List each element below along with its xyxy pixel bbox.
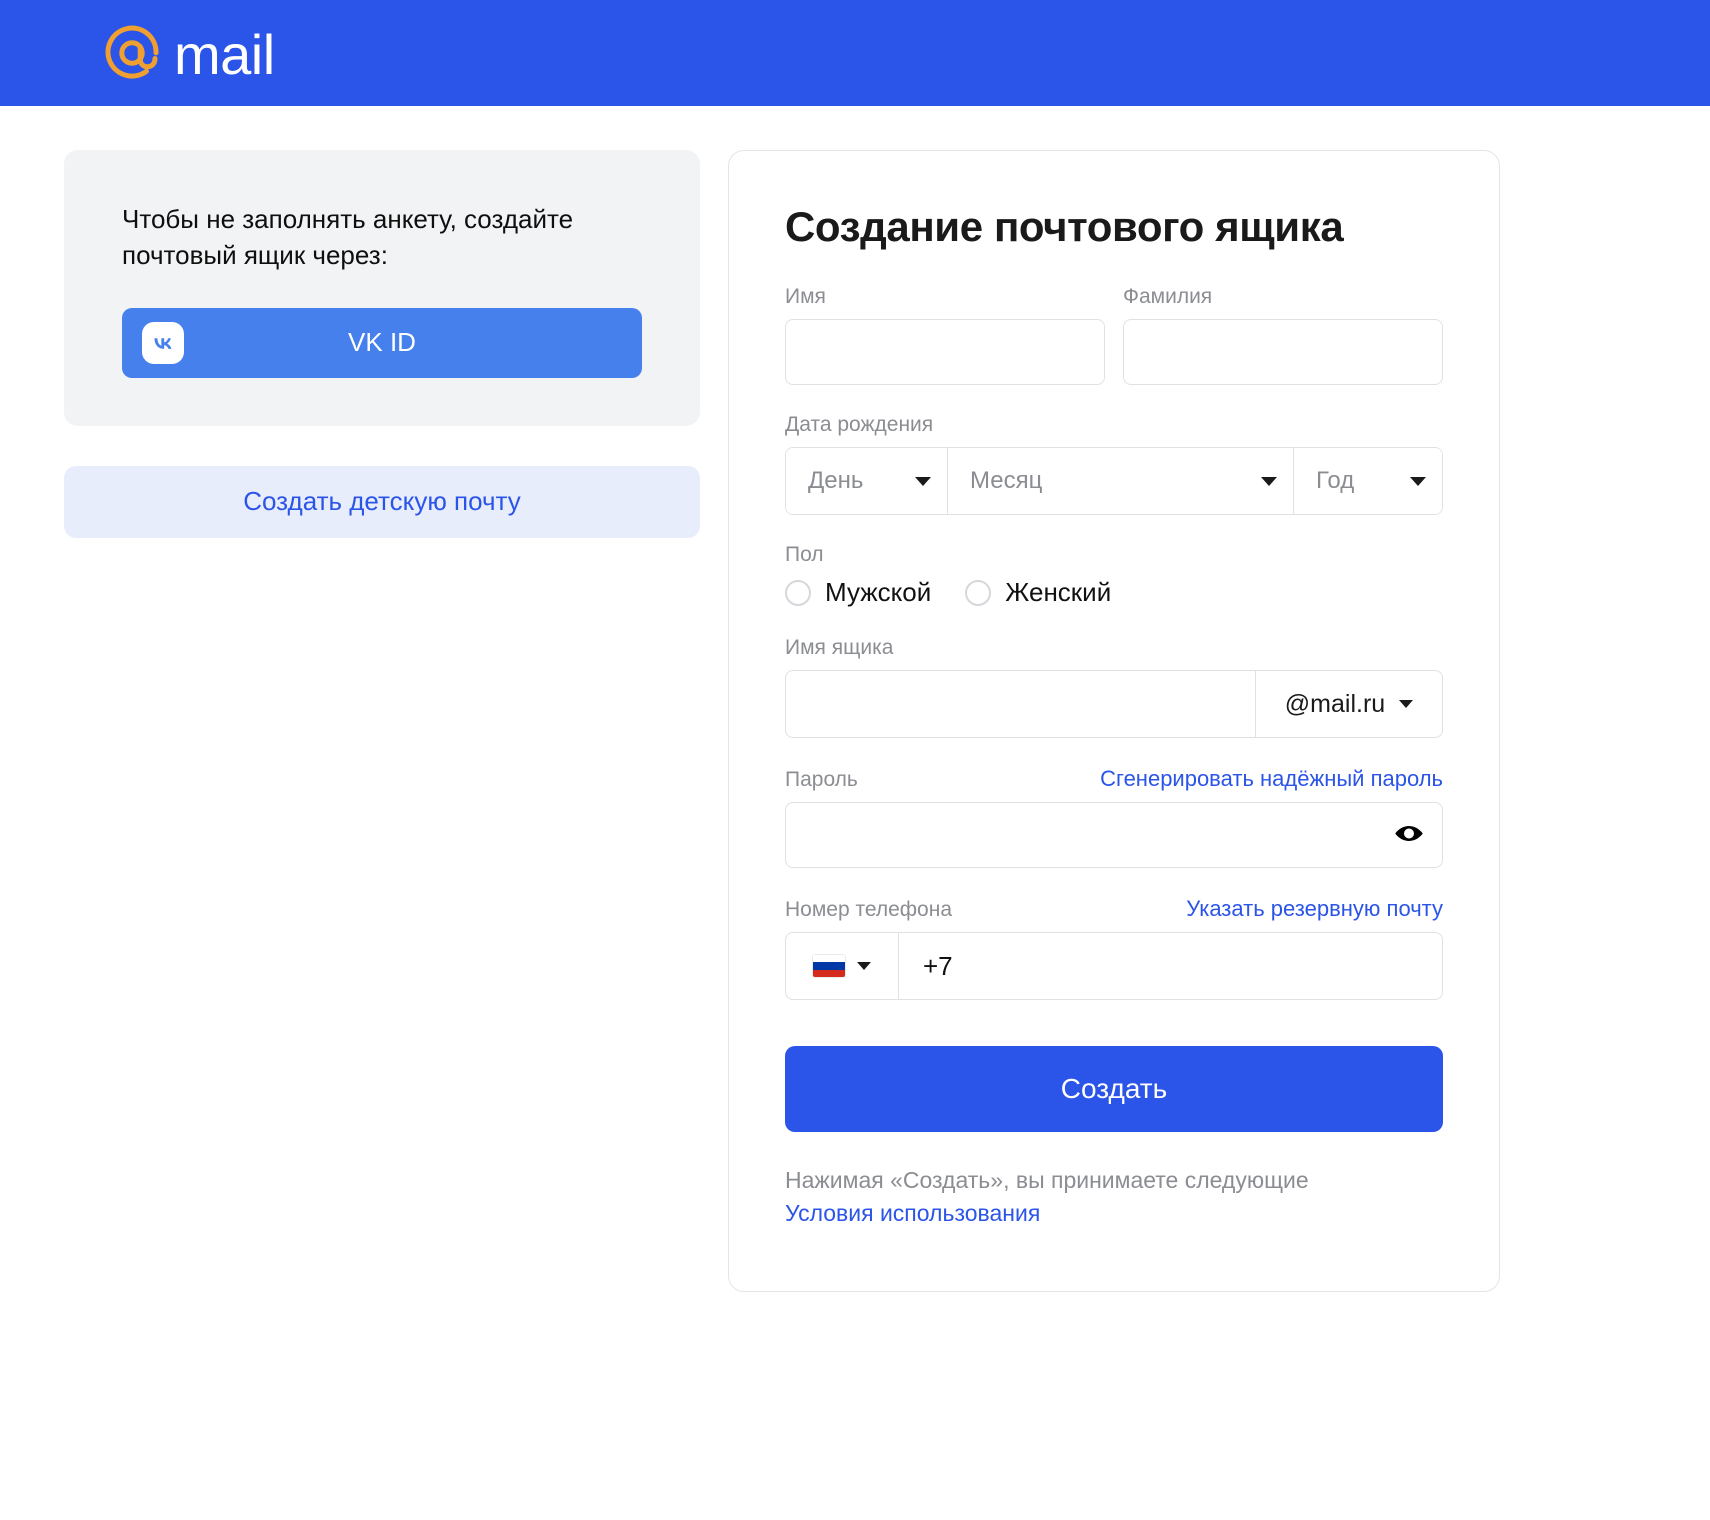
radio-circle-icon (785, 579, 811, 606)
password-label: Пароль (785, 768, 858, 791)
page-header: mail (0, 0, 1710, 106)
terms-text: Нажимая «Создать», вы принимаете следующ… (785, 1167, 1309, 1193)
password-group: Пароль Сгенерировать надёжный пароль (785, 766, 1443, 868)
russia-flag-icon (813, 955, 845, 977)
logo-text: mail (174, 23, 275, 86)
chevron-down-icon (1399, 700, 1414, 708)
mailbox-group: Имя ящика @mail.ru (785, 636, 1443, 738)
gender-options-row: Мужской Женский (785, 577, 1443, 608)
phone-label-row: Номер телефона Указать резервную почту (785, 896, 1443, 922)
vk-id-button[interactable]: VK ID (122, 307, 642, 378)
radio-circle-icon (965, 579, 992, 606)
gender-male-label: Мужской (825, 577, 932, 607)
phone-label: Номер телефона (785, 898, 953, 921)
page-body: Чтобы не заполнять анкету, создайте почт… (0, 106, 1710, 1292)
birth-day-value: День (808, 467, 864, 494)
last-name-input[interactable] (1124, 320, 1442, 384)
gender-radio-female[interactable]: Женский (965, 577, 1111, 608)
social-prompt-text: Чтобы не заполнять анкету, создайте почт… (122, 204, 574, 270)
mailbox-row: @mail.ru (785, 670, 1443, 738)
first-name-group: Имя (785, 285, 1105, 385)
password-row (785, 802, 1443, 868)
gender-label: Пол (785, 543, 824, 566)
at-sign-icon (100, 21, 164, 85)
chevron-down-icon (915, 476, 931, 486)
left-panel: Чтобы не заполнять анкету, создайте почт… (64, 150, 700, 538)
right-panel: Создание почтового ящика Имя Фамилия Дат… (728, 150, 1500, 1292)
birth-year-value: Год (1316, 467, 1355, 494)
terms-of-use-link[interactable]: Условия использования (785, 1197, 1443, 1230)
first-name-input[interactable] (786, 320, 1104, 384)
vk-logo-icon (142, 321, 184, 364)
gender-radio-male[interactable]: Мужской (785, 577, 931, 608)
phone-group: Номер телефона Указать резервную почту (785, 896, 1443, 1000)
name-fields-row: Имя Фамилия (785, 285, 1443, 385)
backup-email-link[interactable]: Указать резервную почту (1186, 896, 1443, 922)
last-name-input-wrap[interactable] (1123, 319, 1443, 385)
gender-female-label: Женский (1005, 577, 1112, 607)
birth-year-select[interactable]: Год (1294, 448, 1442, 514)
create-account-button[interactable]: Создать (785, 1046, 1443, 1132)
birth-date-row: День Месяц Год (785, 447, 1443, 515)
eye-icon (1394, 819, 1424, 852)
create-kid-mail-button[interactable]: Создать детскую почту (64, 465, 700, 538)
birth-date-label: Дата рождения (785, 413, 934, 436)
terms-block: Нажимая «Создать», вы принимаете следующ… (785, 1164, 1443, 1231)
chevron-down-icon (1410, 476, 1426, 486)
registration-form-card: Создание почтового ящика Имя Фамилия Дат… (728, 150, 1500, 1292)
phone-country-select[interactable] (786, 933, 899, 999)
gender-group: Пол Мужской Женский (785, 543, 1443, 608)
password-input[interactable] (786, 821, 1442, 849)
generate-password-link[interactable]: Сгенерировать надёжный пароль (1100, 766, 1443, 792)
mailbox-domain-select[interactable]: @mail.ru (1255, 671, 1442, 737)
last-name-group: Фамилия (1123, 285, 1443, 385)
mailbox-label: Имя ящика (785, 636, 894, 659)
birth-month-value: Месяц (970, 467, 1043, 494)
phone-row (785, 932, 1443, 1000)
mailru-logo[interactable]: mail (100, 21, 275, 85)
first-name-label: Имя (785, 285, 826, 308)
chevron-down-icon (857, 962, 871, 970)
last-name-label: Фамилия (1123, 285, 1213, 308)
password-label-row: Пароль Сгенерировать надёжный пароль (785, 766, 1443, 792)
toggle-password-visibility-button[interactable] (1394, 819, 1424, 852)
social-signup-card: Чтобы не заполнять анкету, создайте почт… (64, 150, 700, 426)
first-name-input-wrap[interactable] (785, 319, 1105, 385)
birth-day-select[interactable]: День (786, 448, 948, 514)
page-title: Создание почтового ящика (785, 203, 1344, 250)
birth-date-group: Дата рождения День Месяц Год (785, 413, 1443, 515)
mailbox-domain-value: @mail.ru (1284, 689, 1386, 718)
chevron-down-icon (1261, 476, 1277, 486)
vk-id-button-label: VK ID (348, 327, 416, 358)
mailbox-input[interactable] (786, 671, 1255, 737)
phone-input[interactable] (899, 933, 1442, 999)
birth-month-select[interactable]: Месяц (948, 448, 1294, 514)
